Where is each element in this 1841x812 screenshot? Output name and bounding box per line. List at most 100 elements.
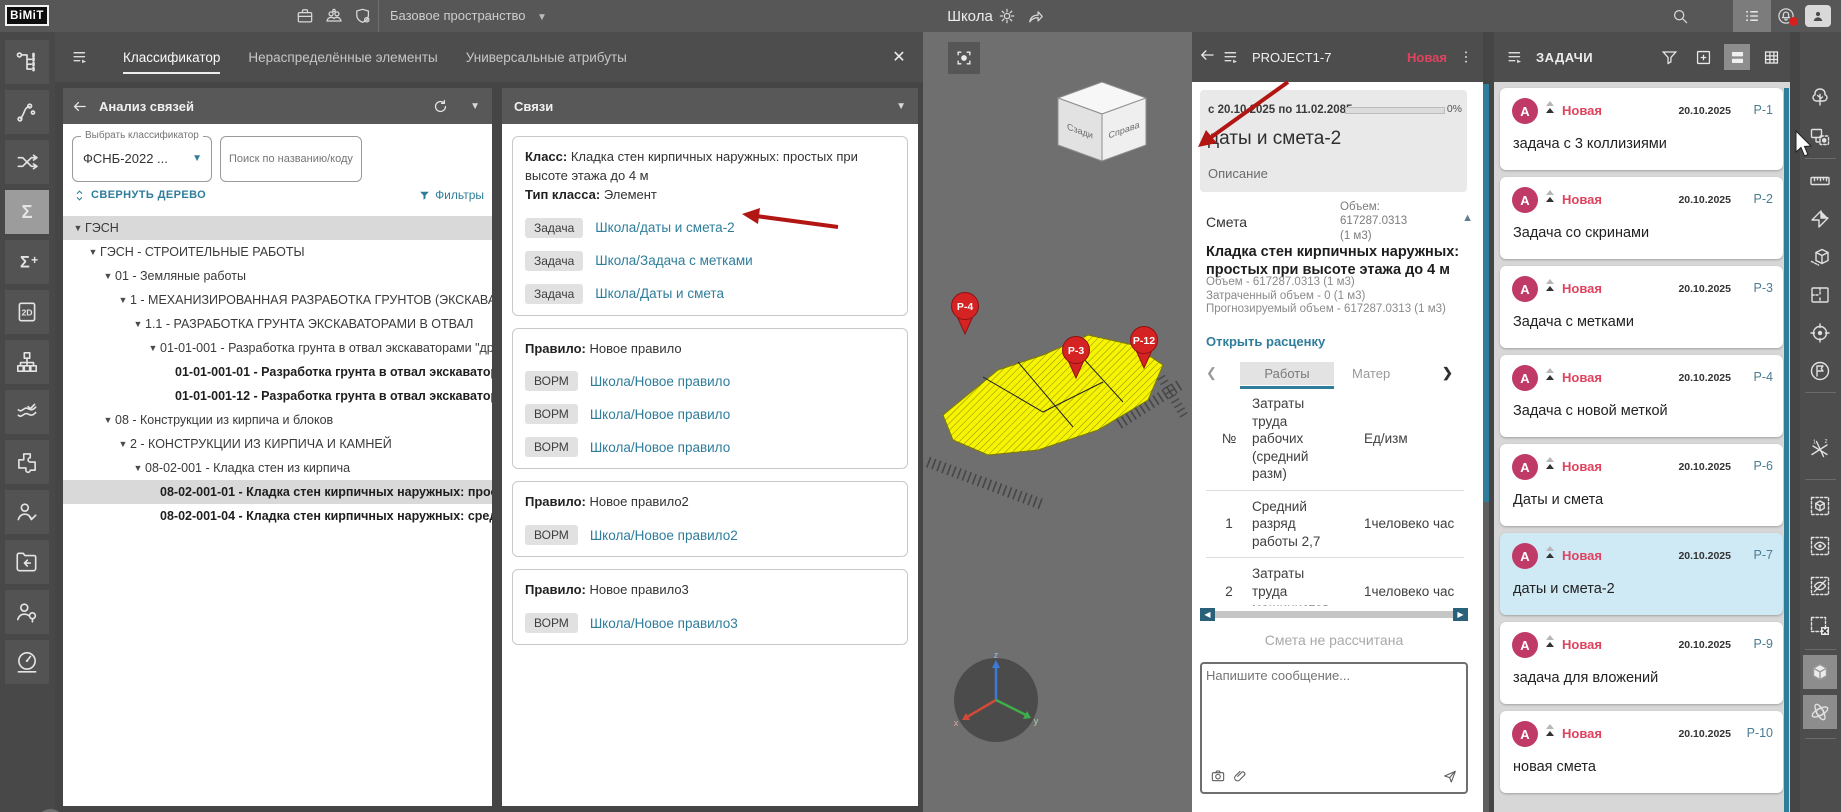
tasks-scrollbar[interactable] bbox=[1784, 88, 1789, 812]
workspace-selector[interactable]: Базовое пространство bbox=[390, 8, 526, 23]
related-item-link[interactable]: Школа/Новое правило2 bbox=[590, 528, 738, 543]
paperclip-icon[interactable] bbox=[1230, 766, 1250, 786]
scroll-left-icon[interactable]: ◀ bbox=[1200, 608, 1215, 621]
ruler-button[interactable] bbox=[1803, 164, 1837, 198]
tab-materials[interactable]: Матер bbox=[1352, 366, 1396, 381]
back-arrow-icon[interactable] bbox=[1198, 46, 1216, 69]
tree-caret-icon[interactable]: ▼ bbox=[71, 223, 85, 233]
share-icon[interactable] bbox=[1024, 4, 1048, 28]
chevron-down-icon[interactable]: ▼ bbox=[896, 101, 906, 112]
open-rate-link[interactable]: Открыть расценку bbox=[1206, 334, 1325, 349]
tree-node-7[interactable]: 01-01-001-12 - Разработка грунта в отвал… bbox=[63, 384, 492, 408]
table-horizontal-scrollbar[interactable]: ◀ ▶ bbox=[1200, 608, 1468, 621]
shield-user-icon[interactable] bbox=[351, 4, 375, 28]
task-card-p-3[interactable]: AНовая20.10.2025P-3Задача с метками bbox=[1500, 266, 1783, 348]
tree-node-4[interactable]: ▼1.1 - РАЗРАБОТКА ГРУНТА ЭКСКАВАТОРАМИ В… bbox=[63, 312, 492, 336]
refresh-icon[interactable] bbox=[428, 94, 452, 118]
panel-menu-icon[interactable] bbox=[1216, 42, 1246, 72]
briefcase-icon[interactable] bbox=[293, 4, 317, 28]
scrollbar-track[interactable] bbox=[1215, 611, 1453, 618]
task-card-p-2[interactable]: AНовая20.10.2025P-2Задача со скринами bbox=[1500, 177, 1783, 259]
sigma-add-button[interactable]: Σ+ bbox=[5, 240, 49, 284]
pin-p4[interactable]: P-4 bbox=[952, 293, 979, 335]
related-item-link[interactable]: Школа/Новое правило3 bbox=[590, 616, 738, 631]
tree-caret-icon[interactable]: ▼ bbox=[101, 271, 115, 281]
tree-caret-icon[interactable]: ▼ bbox=[116, 295, 130, 305]
show-object-button[interactable] bbox=[1803, 529, 1837, 563]
org-chart-button[interactable] bbox=[5, 340, 49, 384]
isolate-object-button[interactable] bbox=[1803, 489, 1837, 523]
tree-caret-icon[interactable]: ▼ bbox=[86, 247, 100, 257]
tree-caret-icon[interactable]: ▼ bbox=[131, 463, 145, 473]
panel-vertical-scrollbar[interactable] bbox=[1483, 84, 1489, 812]
related-item-link[interactable]: Школа/даты и смета-2 bbox=[595, 220, 734, 235]
search-icon[interactable] bbox=[1668, 4, 1692, 28]
related-item-link[interactable]: Школа/Даты и смета bbox=[595, 286, 724, 301]
related-item-link[interactable]: Школа/Новое правило bbox=[590, 374, 730, 389]
scroll-right-icon[interactable]: ▶ bbox=[1453, 608, 1468, 621]
relations-button[interactable] bbox=[5, 140, 49, 184]
card-view-icon[interactable] bbox=[1724, 44, 1750, 70]
clear-selection-button[interactable] bbox=[1803, 609, 1837, 643]
solid-view-button[interactable] bbox=[1803, 655, 1837, 689]
related-item-link[interactable]: Школа/Задача с метками bbox=[595, 253, 752, 268]
tab-1[interactable]: Нераспределённые элементы bbox=[248, 32, 437, 82]
related-item-link[interactable]: Школа/Новое правило bbox=[590, 407, 730, 422]
bimit-logo[interactable]: BiMiT bbox=[5, 5, 49, 26]
model-tree-button[interactable] bbox=[1803, 80, 1837, 114]
table-view-icon[interactable] bbox=[1758, 44, 1784, 70]
table-row[interactable]: 2Затраты труда машинистов1человеко час bbox=[1206, 558, 1464, 606]
related-item-link[interactable]: Школа/Новое правило bbox=[590, 440, 730, 455]
tree-node-11[interactable]: 08-02-001-01 - Кладка стен кирпичных нар… bbox=[63, 480, 492, 504]
plan-view-button[interactable] bbox=[1803, 278, 1837, 312]
collapse-section-icon[interactable]: ▲ bbox=[1462, 212, 1473, 224]
tab-0[interactable]: Классификатор bbox=[123, 32, 220, 82]
tree-node-3[interactable]: ▼1 - МЕХАНИЗИРОВАННАЯ РАЗРАБОТКА ГРУНТОВ… bbox=[63, 288, 492, 312]
axis-gizmo[interactable]: z x y bbox=[954, 650, 1039, 742]
user-avatar-icon[interactable] bbox=[1805, 5, 1831, 27]
panel-menu-icon[interactable] bbox=[65, 42, 95, 72]
tree-node-8[interactable]: ▼08 - Конструкции из кирпича и блоков bbox=[63, 408, 492, 432]
tree-node-1[interactable]: ▼ГЭСН - СТРОИТЕЛЬНЫЕ РАБОТЫ bbox=[63, 240, 492, 264]
add-task-icon[interactable] bbox=[1690, 44, 1716, 70]
tree-node-0[interactable]: ▼ГЭСН bbox=[63, 216, 492, 240]
scrollbar-thumb[interactable] bbox=[1483, 84, 1489, 502]
back-arrow-icon[interactable] bbox=[67, 94, 91, 118]
table-row[interactable]: 1Средний разряд работы 2,71человеко час bbox=[1206, 491, 1464, 559]
task-card-p-1[interactable]: AНовая20.10.2025P-1задача с 3 коллизиями bbox=[1500, 88, 1783, 170]
shared-folder-button[interactable] bbox=[5, 540, 49, 584]
kebab-menu-icon[interactable] bbox=[1455, 46, 1477, 68]
team-icon[interactable] bbox=[322, 4, 346, 28]
tabs-next-icon[interactable]: ❯ bbox=[1442, 365, 1462, 381]
message-input[interactable] bbox=[1206, 668, 1456, 760]
task-card-p-7[interactable]: AНовая20.10.2025P-7даты и смета-2 bbox=[1500, 533, 1783, 615]
tree-caret-icon[interactable]: ▼ bbox=[101, 415, 115, 425]
chevron-down-icon[interactable]: ▼ bbox=[470, 101, 480, 112]
node-path-button[interactable] bbox=[5, 90, 49, 134]
tree-caret-icon[interactable]: ▼ bbox=[146, 343, 160, 353]
user-location-button[interactable] bbox=[5, 590, 49, 634]
tree-node-6[interactable]: 01-01-001-01 - Разработка грунта в отвал… bbox=[63, 360, 492, 384]
structure-tree-button[interactable] bbox=[5, 40, 49, 84]
tabs-prev-icon[interactable]: ❮ bbox=[1206, 365, 1226, 381]
classifier-select[interactable]: Выбрать классификатор ФСНБ-2022 ... ▼ bbox=[72, 136, 212, 182]
viewport-3d[interactable]: Сзади Справа P-4 bbox=[923, 32, 1192, 812]
gear-icon[interactable] bbox=[995, 4, 1019, 28]
hide-object-button[interactable] bbox=[1803, 569, 1837, 603]
doc-2d-button[interactable]: 2D bbox=[5, 290, 49, 334]
task-card-p-6[interactable]: AНовая20.10.2025P-6Даты и смета bbox=[1500, 444, 1783, 526]
tab-2[interactable]: Универсальные атрибуты bbox=[466, 32, 627, 82]
axes-grid-button[interactable]: 12 bbox=[1803, 432, 1837, 466]
chevron-down-icon[interactable]: ▼ bbox=[537, 12, 547, 23]
panel-menu-icon[interactable] bbox=[1500, 42, 1530, 72]
list-view-icon[interactable] bbox=[1733, 0, 1771, 32]
section-cube-button[interactable] bbox=[1803, 240, 1837, 274]
task-card-p-4[interactable]: AНовая20.10.2025P-4Задача с новой меткой bbox=[1500, 355, 1783, 437]
send-icon[interactable] bbox=[1440, 766, 1460, 786]
orbit-mode-button[interactable] bbox=[1803, 695, 1837, 729]
tree-node-10[interactable]: ▼08-02-001 - Кладка стен из кирпича bbox=[63, 456, 492, 480]
flip-section-button[interactable] bbox=[1803, 202, 1837, 236]
tree-node-9[interactable]: ▼2 - КОНСТРУКЦИИ ИЗ КИРПИЧА И КАМНЕЙ bbox=[63, 432, 492, 456]
filter-tasks-icon[interactable] bbox=[1656, 44, 1682, 70]
tree-node-5[interactable]: ▼01-01-001 - Разработка грунта в отвал э… bbox=[63, 336, 492, 360]
